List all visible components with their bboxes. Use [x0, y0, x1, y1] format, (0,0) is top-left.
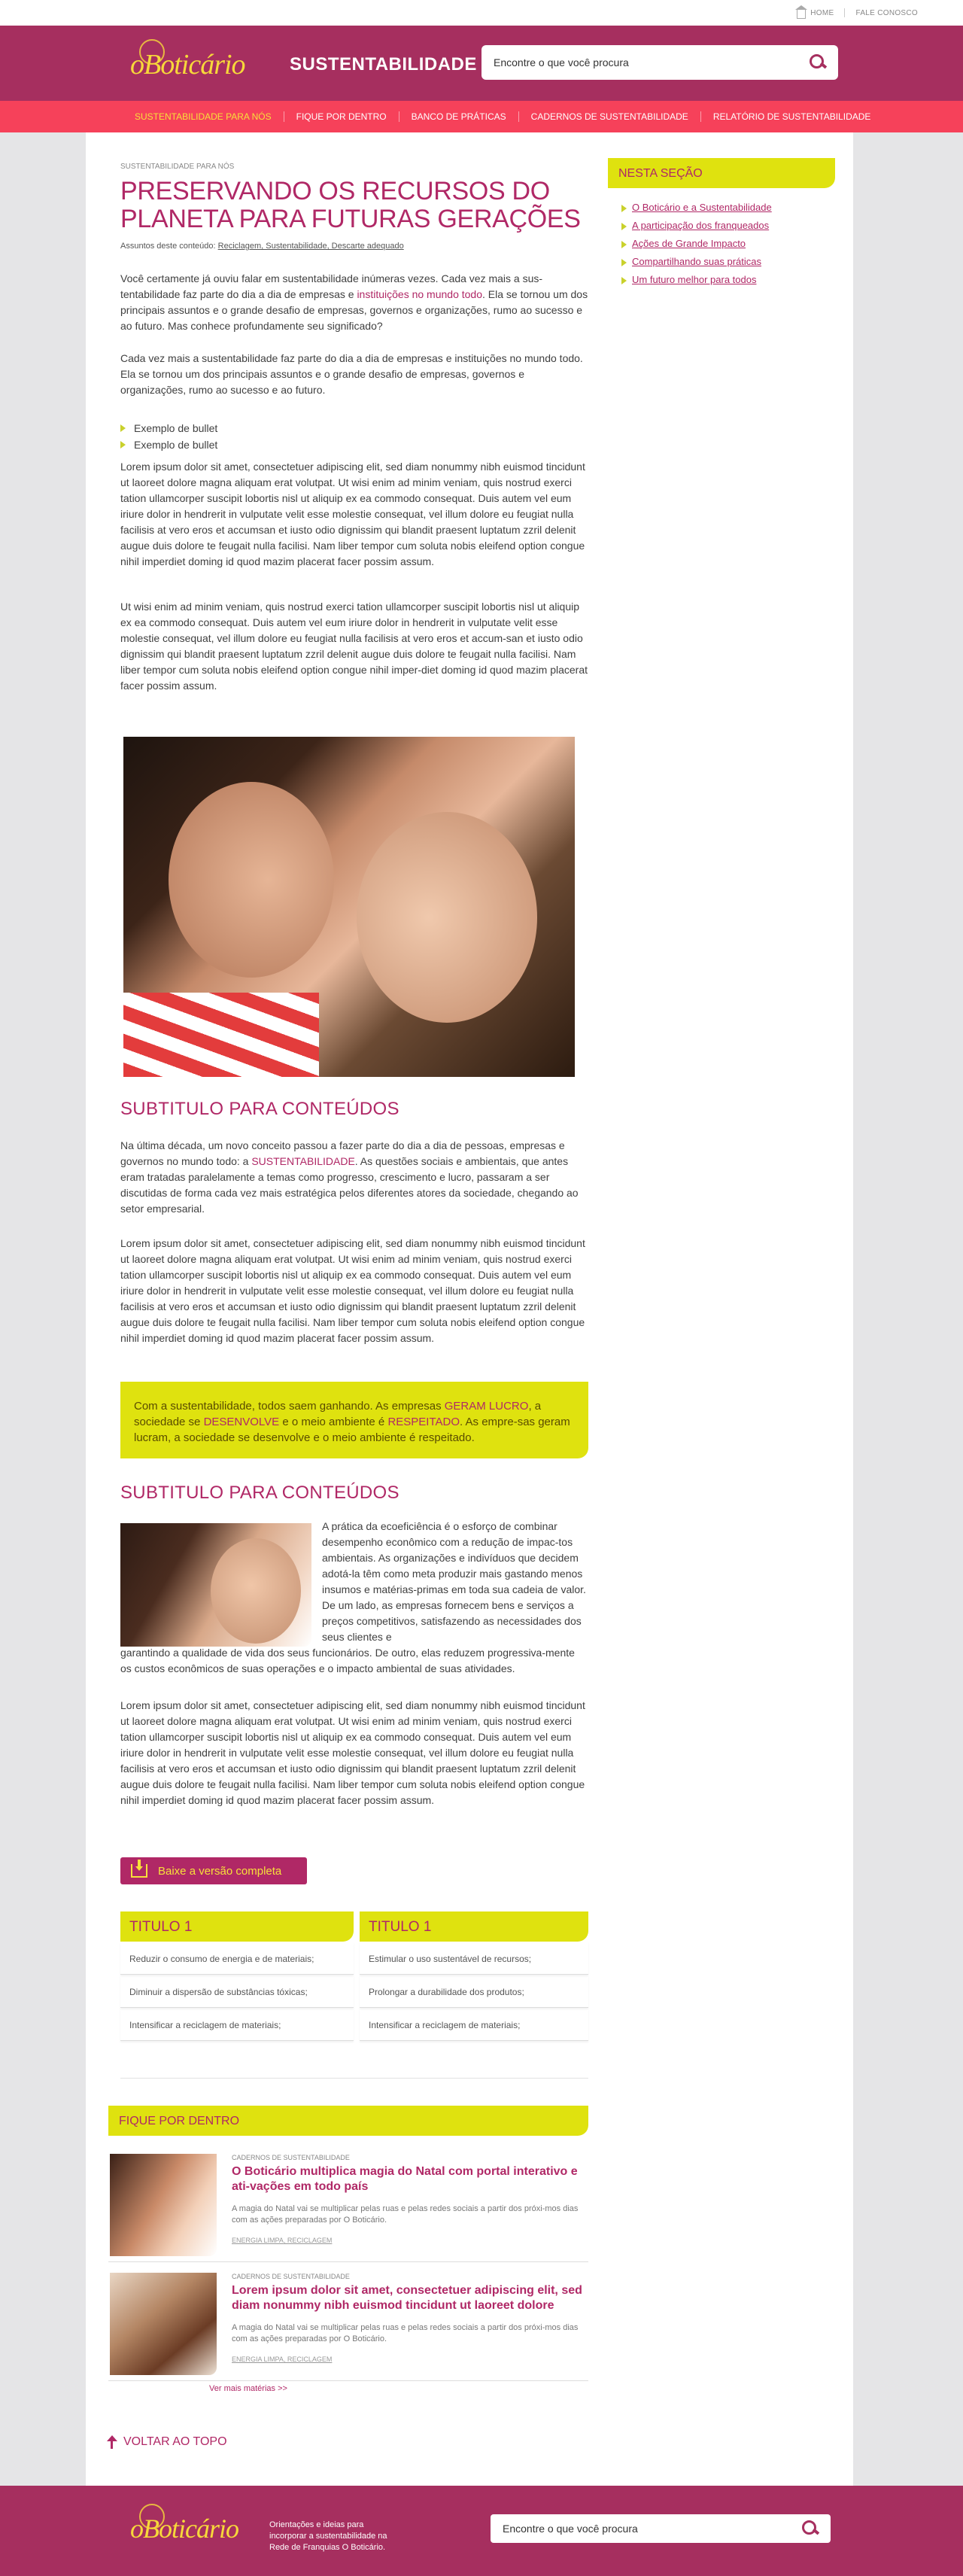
table-row: Intensificar a reciclagem de materiais;: [360, 2008, 588, 2041]
nav-cadernos[interactable]: CADERNOS DE SUSTENTABILIDADE: [518, 111, 700, 122]
bullet-list: Exemplo de bullet Exemplo de bullet: [120, 420, 217, 453]
paragraph: Cada vez mais a sustentabilidade faz par…: [120, 352, 583, 396]
news-item[interactable]: CADERNOS DE SUSTENTABILIDADE Lorem ipsum…: [108, 2273, 588, 2381]
site-footer: oBoticário Orientações e ideias para inc…: [0, 2486, 963, 2576]
content-page: SUSTENTABILIDADE PARA NÓS PRESERVANDO OS…: [86, 132, 853, 2486]
utility-links: HOME FALE CONOSCO: [795, 0, 918, 26]
breadcrumb[interactable]: SUSTENTABILIDADE PARA NÓS: [120, 163, 234, 171]
table-column: TITULO 1 Reduzir o consumo de energia e …: [120, 1911, 354, 2041]
sidebar-item[interactable]: O Boticário e a Sustentabilidade: [621, 199, 835, 217]
topics-links[interactable]: Reciclagem, Sustentabilidade, Descarte a…: [218, 242, 404, 251]
news-tags[interactable]: ENERGIA LIMPA, RECICLAGEM: [232, 2237, 332, 2244]
paragraph: Lorem ipsum dolor sit amet, consectetuer…: [120, 1237, 585, 1344]
paragraph: Lorem ipsum dolor sit amet, consectetuer…: [120, 1699, 585, 1806]
photo-face: [211, 1538, 301, 1644]
download-button[interactable]: Baixe a versão completa: [120, 1857, 307, 1884]
footer-search-input[interactable]: Encontre o que você procura: [503, 2523, 638, 2535]
news-tags[interactable]: ENERGIA LIMPA, RECICLAGEM: [232, 2356, 332, 2363]
home-link[interactable]: HOME: [795, 5, 834, 19]
table-row: Prolongar a durabilidade dos produtos;: [360, 1975, 588, 2008]
article-photo-woman: [120, 1523, 311, 1647]
photo-face: [357, 812, 537, 1023]
table-row: Diminuir a dispersão de substâncias tóxi…: [120, 1975, 354, 2008]
news-title[interactable]: Lorem ipsum dolor sit amet, consectetuer…: [232, 2283, 587, 2313]
fique-por-dentro: FIQUE POR DENTRO CADERNOS DE SUSTENTABIL…: [108, 2106, 588, 2381]
section-subtitle: SUBTITULO PARA CONTEÚDOS: [120, 1099, 399, 1119]
arrow-up-icon: [107, 2435, 117, 2449]
download-icon: [131, 1860, 147, 1878]
table-row: Estimular o uso sustentável de recursos;: [360, 1942, 588, 1975]
topics: Assuntos deste conteúdo: Reciclagem, Sus…: [120, 242, 404, 251]
search-icon[interactable]: [802, 2520, 819, 2537]
sidebar-item[interactable]: Um futuro melhor para todos: [621, 271, 835, 289]
inline-link[interactable]: SUSTENTABILIDADE: [251, 1155, 354, 1167]
paragraph: Na última década, um novo conceito passo…: [120, 1139, 579, 1215]
sidebar-title: NESTA SEÇÃO: [608, 158, 835, 188]
more-news-link[interactable]: Ver mais matérias >>: [209, 2384, 287, 2393]
footer-logo[interactable]: oBoticário: [130, 2504, 239, 2544]
search-field[interactable]: Encontre o que você procura: [482, 45, 838, 80]
nav-relatorio[interactable]: RELATÓRIO DE SUSTENTABILIDADE: [700, 111, 883, 122]
sidebar-item[interactable]: A participação dos franqueados: [621, 217, 835, 235]
nav-sustentabilidade-para-nos[interactable]: SUSTENTABILIDADE PARA NÓS: [123, 111, 284, 122]
table-header: TITULO 1: [360, 1911, 588, 1942]
back-to-top-link[interactable]: VOLTAR AO TOPO: [107, 2435, 227, 2449]
news-thumbnail[interactable]: [110, 2273, 217, 2375]
divider: [120, 2078, 588, 2079]
paragraph: A prática da ecoeficiência é o esforço d…: [322, 1520, 586, 1643]
list-item: Exemplo de bullet: [120, 436, 217, 453]
news-category[interactable]: CADERNOS DE SUSTENTABILIDADE: [232, 2154, 350, 2161]
news-description: A magia do Natal vai se multiplicar pela…: [232, 2323, 579, 2343]
home-icon: [795, 5, 808, 19]
paragraph: Lorem ipsum dolor sit amet, consectetuer…: [120, 461, 585, 567]
list-item: Exemplo de bullet: [120, 420, 217, 436]
sidebar-item[interactable]: Compartilhando suas práticas: [621, 253, 835, 271]
divider: [844, 8, 846, 17]
table-column: TITULO 1 Estimular o uso sustentável de …: [360, 1911, 588, 2041]
footer-tagline: Orientações e ideias para incorporar a s…: [269, 2520, 387, 2552]
sidebar: NESTA SEÇÃO O Boticário e a Sustentabili…: [608, 158, 835, 289]
news-thumbnail[interactable]: [110, 2154, 217, 2256]
logo-ring-icon: [139, 2504, 165, 2529]
table-row: Intensificar a reciclagem de materiais;: [120, 2008, 354, 2041]
brand-logo[interactable]: oBoticário: [130, 39, 246, 81]
news-description: A magia do Natal vai se multiplicar pela…: [232, 2204, 579, 2225]
footer-search-field[interactable]: Encontre o que você procura: [491, 2514, 831, 2543]
logo-ring-icon: [139, 39, 165, 65]
paragraph: garantindo a qualidade de vida dos seus …: [120, 1647, 575, 1674]
news-category[interactable]: CADERNOS DE SUSTENTABILIDADE: [232, 2273, 350, 2280]
search-icon[interactable]: [810, 54, 826, 71]
photo-face: [169, 782, 334, 978]
nav-fique-por-dentro[interactable]: FIQUE POR DENTRO: [283, 111, 399, 122]
news-item[interactable]: CADERNOS DE SUSTENTABILIDADE O Boticário…: [108, 2154, 588, 2262]
fique-title: FIQUE POR DENTRO: [108, 2106, 588, 2136]
main-nav: SUSTENTABILIDADE PARA NÓS FIQUE POR DENT…: [0, 101, 963, 132]
page-title: PRESERVANDO OS RECURSOS DO PLANETA PARA …: [120, 177, 581, 233]
paragraph: Ut wisi enim ad minim veniam, quis nostr…: [120, 601, 588, 692]
contact-link[interactable]: FALE CONOSCO: [855, 9, 918, 17]
highlight-box: Com a sustentabilidade, todos saem ganha…: [120, 1382, 588, 1458]
site-header: oBoticário SUSTENTABILIDADE Encontre o q…: [0, 26, 963, 101]
article-photo-two-women: [123, 737, 575, 1077]
photo-stripes: [123, 993, 319, 1077]
nav-banco-de-praticas[interactable]: BANCO DE PRÁTICAS: [398, 111, 518, 122]
search-input[interactable]: Encontre o que você procura: [494, 56, 629, 68]
section-subtitle: SUBTITULO PARA CONTEÚDOS: [120, 1483, 399, 1503]
sidebar-list: O Boticário e a Sustentabilidade A parti…: [608, 199, 835, 289]
inline-link[interactable]: instituições no mundo todo: [357, 288, 482, 300]
sidebar-item[interactable]: Ações de Grande Impacto: [621, 235, 835, 253]
section-title: SUSTENTABILIDADE: [290, 54, 477, 75]
news-title[interactable]: O Boticário multiplica magia do Natal co…: [232, 2164, 587, 2194]
top-utility-bar: HOME FALE CONOSCO: [0, 0, 963, 26]
intro-paragraph: Você certamente já ouviu falar em susten…: [120, 272, 588, 332]
table-row: Reduzir o consumo de energia e de materi…: [120, 1942, 354, 1975]
table-header: TITULO 1: [120, 1911, 354, 1942]
